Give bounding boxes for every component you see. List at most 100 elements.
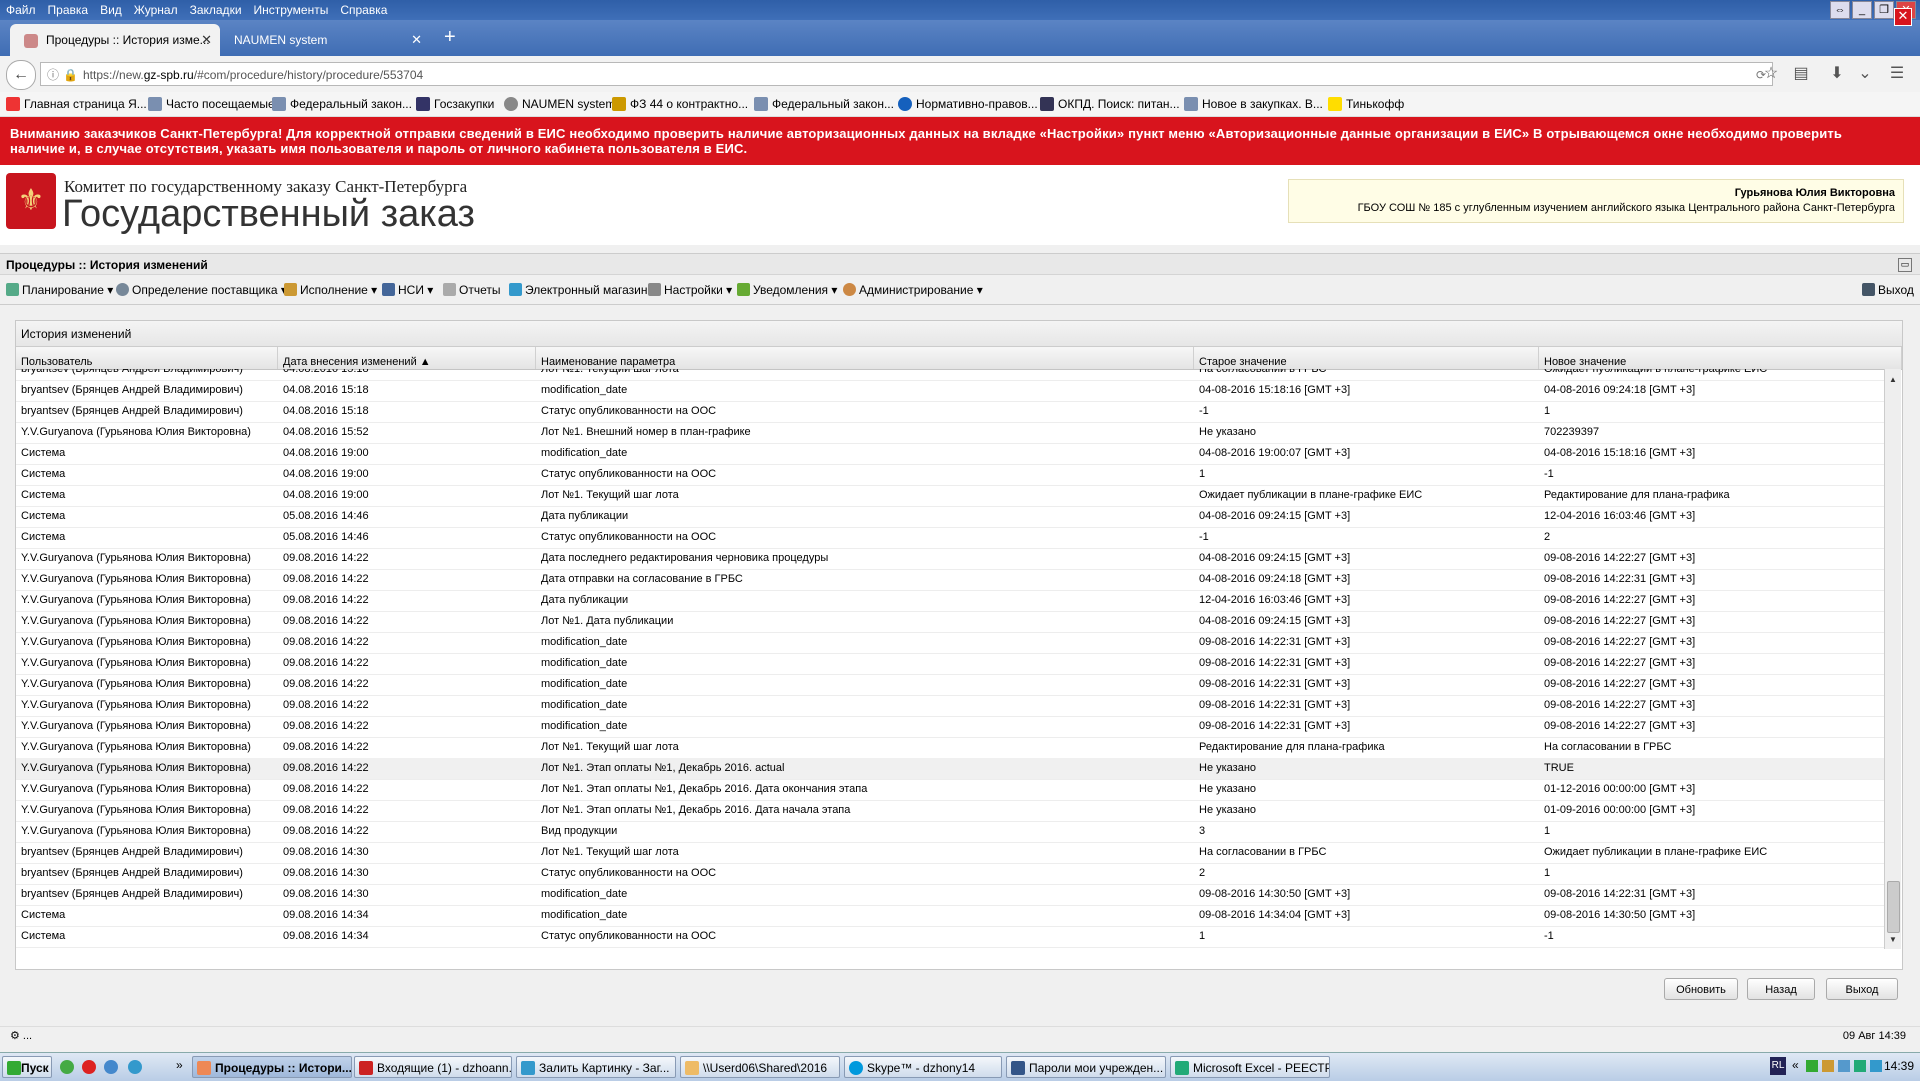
table-row[interactable]: Y.V.Guryanova (Гурьянова Юлия Викторовна… (16, 695, 1884, 717)
address-bar[interactable]: ⓘ 🔒 https://new.gz-spb.ru/#com/procedure… (40, 62, 1773, 86)
table-row[interactable]: Y.V.Guryanova (Гурьянова Юлия Викторовна… (16, 758, 1884, 780)
reading-list-icon[interactable]: ▤ (1790, 64, 1812, 84)
bookmark-news[interactable]: Новое в закупках. В... (1184, 96, 1323, 112)
table-row[interactable]: Y.V.Guryanova (Гурьянова Юлия Викторовна… (16, 653, 1884, 675)
menu-nsi[interactable]: НСИ ▾ (382, 282, 433, 298)
bookmark-okpd[interactable]: ОКПД. Поиск: питан... (1040, 96, 1180, 112)
task-passwords[interactable]: Пароли мои учрежден... (1006, 1056, 1166, 1078)
task-excel[interactable]: Microsoft Excel - РЕЕСТР... (1170, 1056, 1330, 1078)
menu-history[interactable]: Журнал (128, 0, 184, 20)
menu-supplier[interactable]: Определение поставщика ▾ (116, 282, 287, 298)
table-row[interactable]: Y.V.Guryanova (Гурьянова Юлия Викторовна… (16, 674, 1884, 696)
scroll-down-icon[interactable]: ▼ (1885, 933, 1901, 947)
table-row[interactable]: Y.V.Guryanova (Гурьянова Юлия Викторовна… (16, 716, 1884, 738)
task-skype[interactable]: Skype™ - dzhony14 (844, 1056, 1002, 1078)
chrome-icon[interactable] (60, 1060, 74, 1074)
maximize-icon[interactable]: ❐ (1874, 1, 1894, 19)
bookmark-naumen[interactable]: NAUMEN system (504, 96, 615, 112)
table-row[interactable]: bryantsev (Брянцев Андрей Владимирович) 0… (16, 884, 1884, 906)
table-row[interactable]: Y.V.Guryanova (Гурьянова Юлия Викторовна… (16, 821, 1884, 843)
table-row[interactable]: bryantsev (Брянцев Андрей Владимирович) 0… (16, 401, 1884, 423)
column-header-user[interactable]: Пользователь (16, 347, 278, 369)
table-row[interactable]: Система 04.08.2016 19:00 Лот №1. Текущий ш… (16, 485, 1884, 507)
menu-execution[interactable]: Исполнение ▾ (284, 282, 377, 298)
back-button[interactable]: ← (6, 60, 36, 90)
menu-edit[interactable]: Правка (42, 0, 95, 20)
column-header-date[interactable]: Дата внесения изменений ▲ (278, 347, 536, 369)
column-header-new-value[interactable]: Новое значение (1539, 347, 1902, 369)
task-inbox[interactable]: Входящие (1) - dzhoann... (354, 1056, 512, 1078)
task-upload[interactable]: Залить Картинку - Заг... (516, 1056, 676, 1078)
bookmark-star-icon[interactable]: ☆ (1760, 64, 1782, 84)
menu-reports[interactable]: Отчеты (443, 282, 500, 298)
table-row[interactable]: Система 09.08.2016 14:34 Статус опубликова… (16, 926, 1884, 948)
menu-notifications[interactable]: Уведомления ▾ (737, 282, 837, 298)
tray-expand-icon[interactable]: « (1792, 1058, 1799, 1072)
menu-administration[interactable]: Администрирование ▾ (843, 282, 983, 298)
scroll-up-icon[interactable]: ▲ (1885, 373, 1901, 387)
tab-procedures-history[interactable]: Процедуры :: История изме... ✕ (10, 24, 220, 56)
menu-e-shop[interactable]: Электронный магазин (509, 282, 647, 298)
exit-button[interactable]: Выход (1826, 978, 1898, 1000)
firefox-icon[interactable] (104, 1060, 118, 1074)
bookmark-goszakupki[interactable]: Госзакупки (416, 96, 494, 112)
info-icon[interactable]: ⓘ (47, 63, 59, 87)
bookmark-fz44[interactable]: ФЗ 44 о контрактно... (612, 96, 748, 112)
table-row[interactable]: Система 05.08.2016 14:46 Дата публикации 04… (16, 506, 1884, 528)
bookmark-yandex[interactable]: Главная страница Я... (6, 96, 147, 112)
table-row[interactable]: Y.V.Guryanova (Гурьянова Юлия Викторовна… (16, 632, 1884, 654)
new-tab-button[interactable]: + (444, 26, 456, 49)
back-page-button[interactable]: Назад (1747, 978, 1815, 1000)
table-row[interactable]: Система09.08.2016 14:34Лот №1. Текущий ш… (16, 947, 1884, 949)
tray-volume-icon[interactable] (1838, 1060, 1850, 1072)
menu-view[interactable]: Вид (94, 0, 128, 20)
column-header-old-value[interactable]: Старое значение (1194, 347, 1539, 369)
menu-help[interactable]: Справка (334, 0, 393, 20)
table-row[interactable]: bryantsev (Брянцев Андрей Владимирович) 0… (16, 380, 1884, 402)
menu-settings[interactable]: Настройки ▾ (648, 282, 732, 298)
minimize-icon[interactable]: _ (1852, 1, 1872, 19)
bookmark-normative[interactable]: Нормативно-правов... (898, 96, 1038, 112)
bookmark-fz1[interactable]: Федеральный закон... (272, 96, 412, 112)
menu-hamburger-icon[interactable]: ☰ (1886, 64, 1908, 84)
table-row[interactable]: Система 05.08.2016 14:46 Статус опубликова… (16, 527, 1884, 549)
table-row[interactable]: Y.V.Guryanova (Гурьянова Юлия Викторовна… (16, 569, 1884, 591)
scroll-thumb[interactable] (1887, 881, 1900, 933)
table-row[interactable]: Y.V.Guryanova (Гурьянова Юлия Викторовна… (16, 737, 1884, 759)
table-row[interactable]: Y.V.Guryanova (Гурьянова Юлия Викторовна… (16, 548, 1884, 570)
table-row[interactable]: Система 09.08.2016 14:34 modification_date… (16, 905, 1884, 927)
bookmark-frequent[interactable]: Часто посещаемые (148, 96, 275, 112)
tray-app-icon[interactable] (1822, 1060, 1834, 1072)
tab-naumen[interactable]: NAUMEN system ✕ (220, 24, 430, 56)
tray-network-icon[interactable] (1806, 1060, 1818, 1072)
vertical-scrollbar[interactable]: ▲ ▼ (1884, 369, 1901, 949)
chevron-down-icon[interactable]: ⌄ (1854, 64, 1876, 84)
table-row[interactable]: bryantsev (Брянцев Андрей Владимирович) 0… (16, 842, 1884, 864)
menu-planning[interactable]: Планирование ▾ (6, 282, 113, 298)
table-row[interactable]: Y.V.Guryanova (Гурьянова Юлия Викторовна… (16, 779, 1884, 801)
language-indicator[interactable]: RL (1770, 1057, 1786, 1075)
tray-skype-icon[interactable] (1870, 1060, 1882, 1072)
task-shared-folder[interactable]: \\Userd06\Shared\2016 (680, 1056, 840, 1078)
ie-icon[interactable] (128, 1060, 142, 1074)
column-header-parameter[interactable]: Наименование параметра (536, 347, 1194, 369)
menu-file[interactable]: Файл (0, 0, 42, 20)
table-row[interactable]: bryantsev (Брянцев Андрей Владимирович) 0… (16, 863, 1884, 885)
refresh-button[interactable]: Обновить (1664, 978, 1738, 1000)
restore-icon[interactable]: ⇔ (1830, 1, 1850, 19)
collapse-icon[interactable]: ▭ (1898, 258, 1912, 272)
exit-link[interactable]: Выход (1862, 282, 1914, 298)
bookmark-tinkoff[interactable]: Тинькофф (1328, 96, 1404, 112)
menu-tools[interactable]: Инструменты (248, 0, 335, 20)
bookmark-fz2[interactable]: Федеральный закон... (754, 96, 894, 112)
tray-excel-icon[interactable] (1854, 1060, 1866, 1072)
start-button[interactable]: Пуск (2, 1056, 52, 1078)
table-row[interactable]: Система 04.08.2016 19:00 Статус опубликова… (16, 464, 1884, 486)
table-row[interactable]: Y.V.Guryanova (Гурьянова Юлия Викторовна… (16, 611, 1884, 633)
banner-close-icon[interactable]: ✕ (1894, 8, 1912, 26)
task-procedures[interactable]: Процедуры :: Истори... (192, 1056, 352, 1078)
download-icon[interactable]: ⬇ (1826, 64, 1848, 84)
table-row[interactable]: Система 04.08.2016 19:00 modification_date… (16, 443, 1884, 465)
close-tab-icon[interactable]: ✕ (411, 24, 422, 56)
opera-icon[interactable] (82, 1060, 96, 1074)
